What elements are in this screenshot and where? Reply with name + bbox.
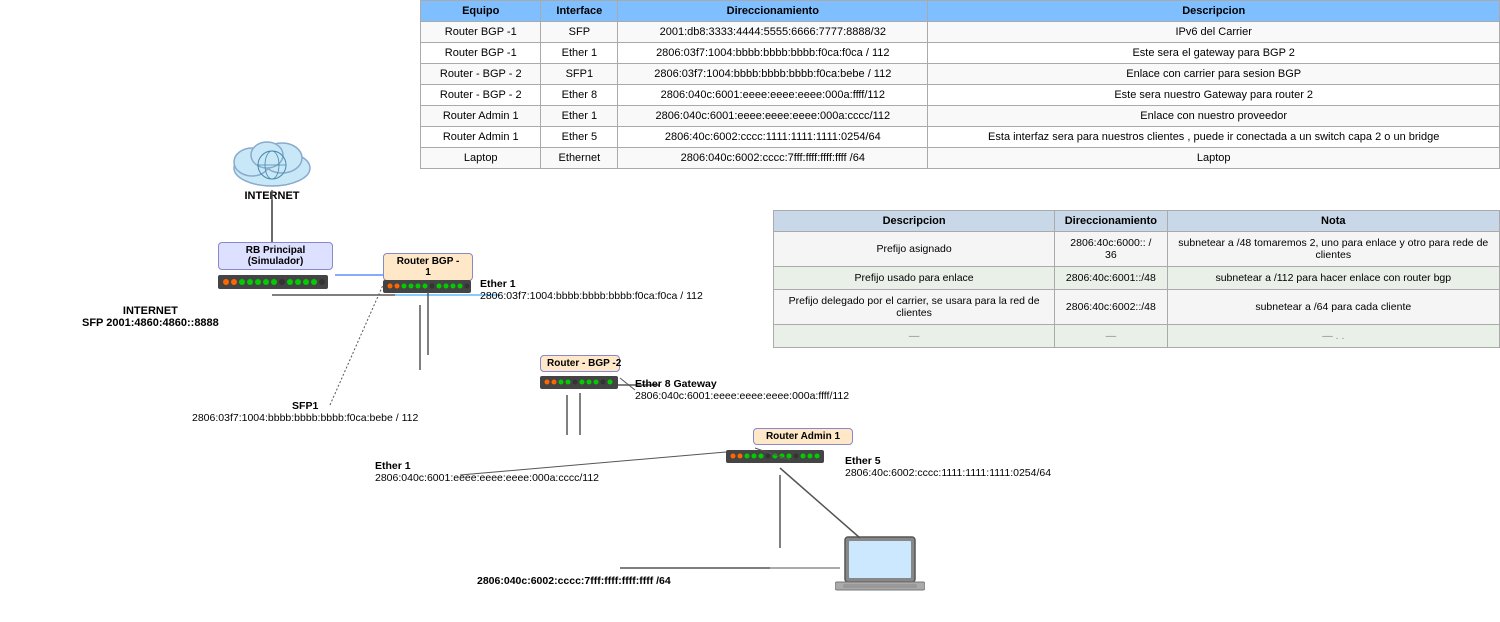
- ether1-bgp1-addr: 2806:03f7:1004:bbbb:bbbb:bbbb:f0ca:f0ca …: [480, 290, 703, 302]
- lower-table-section: Descripcion Direccionamiento Nota Prefij…: [773, 210, 1500, 348]
- router-bgp2-box: Router - BGP -2: [540, 355, 620, 372]
- table-cell-direccionamiento: 2806:040c:6002:cccc:7fff:ffff:ffff:ffff …: [618, 148, 928, 169]
- main-table-section: Equipo Interface Direccionamiento Descri…: [420, 0, 1500, 169]
- table-cell-direccionamiento: 2806:03f7:1004:bbbb:bbbb:bbbb:f0ca:f0ca …: [618, 43, 928, 64]
- rb-principal-box: RB Principal(Simulador): [218, 242, 333, 270]
- table-cell-equipo: Router Admin 1: [421, 127, 541, 148]
- lower-cell-descripcion: —: [774, 325, 1055, 348]
- internet-cloud: INTERNET: [222, 130, 322, 202]
- table-cell-direccionamiento: 2001:db8:3333:4444:5555:6666:7777:8888/3…: [618, 22, 928, 43]
- table-cell-interface: SFP: [541, 22, 618, 43]
- lower-table-row: ——— . .: [774, 325, 1500, 348]
- internet-sfp-label: INTERNETSFP 2001:4860:4860::8888: [82, 305, 219, 329]
- lower-cell-direccionamiento: —: [1055, 325, 1167, 348]
- table-cell-equipo: Router Admin 1: [421, 106, 541, 127]
- router-bgp2-icon: [540, 374, 620, 392]
- lower-cell-nota: subnetear a /112 para hacer enlace con r…: [1167, 267, 1499, 290]
- rb-principal-label: RB Principal(Simulador): [225, 245, 326, 267]
- lower-cell-descripcion: Prefijo usado para enlace: [774, 267, 1055, 290]
- table-cell-interface: Ether 5: [541, 127, 618, 148]
- lower-cell-direccionamiento: 2806:40c:6002::/48: [1055, 290, 1167, 325]
- sfp1-label: SFP1 2806:03f7:1004:bbbb:bbbb:bbbb:f0ca:…: [192, 400, 418, 424]
- table-row: Router - BGP - 2Ether 82806:040c:6001:ee…: [421, 85, 1500, 106]
- ether8-label: Ether 8 Gateway 2806:040c:6001:eeee:eeee…: [635, 378, 849, 402]
- table-row: Router Admin 1Ether 12806:040c:6001:eeee…: [421, 106, 1500, 127]
- table-cell-descripcion: Enlace con nuestro proveedor: [928, 106, 1500, 127]
- router-bgp1-icon: [383, 278, 473, 296]
- table-cell-equipo: Router - BGP - 2: [421, 85, 541, 106]
- router-bgp2-device: [540, 374, 620, 395]
- main-table: Equipo Interface Direccionamiento Descri…: [420, 0, 1500, 169]
- table-cell-descripcion: Laptop: [928, 148, 1500, 169]
- ether1-admin1-label: Ether 1 2806:040c:6001:eeee:eeee:eeee:00…: [375, 460, 599, 484]
- lower-cell-direccionamiento: 2806:40c:6001::/48: [1055, 267, 1167, 290]
- col-header-descripcion: Descripcion: [928, 1, 1500, 22]
- table-cell-interface: SFP1: [541, 64, 618, 85]
- table-cell-equipo: Router BGP -1: [421, 43, 541, 64]
- router-bgp1-box: Router BGP -1: [383, 253, 473, 281]
- table-cell-direccionamiento: 2806:040c:6001:eeee:eeee:eeee:000a:ffff/…: [618, 85, 928, 106]
- table-cell-descripcion: Este sera nuestro Gateway para router 2: [928, 85, 1500, 106]
- lower-table: Descripcion Direccionamiento Nota Prefij…: [773, 210, 1500, 348]
- lower-cell-nota: — . .: [1167, 325, 1499, 348]
- col-header-interface: Interface: [541, 1, 618, 22]
- cloud-icon: [227, 130, 317, 190]
- col-header-equipo: Equipo: [421, 1, 541, 22]
- rb-principal-device: [218, 272, 333, 295]
- laptop-icon: [835, 535, 925, 603]
- lower-cell-descripcion: Prefijo asignado: [774, 232, 1055, 267]
- table-cell-equipo: Router BGP -1: [421, 22, 541, 43]
- table-cell-equipo: Router - BGP - 2: [421, 64, 541, 85]
- table-cell-direccionamiento: 2806:040c:6001:eeee:eeee:eeee:000a:cccc/…: [618, 106, 928, 127]
- table-cell-descripcion: Este sera el gateway para BGP 2: [928, 43, 1500, 64]
- table-cell-direccionamiento: 2806:40c:6002:cccc:1111:1111:1111:0254/6…: [618, 127, 928, 148]
- lower-col-header-nota: Nota: [1167, 211, 1499, 232]
- lower-table-row: Prefijo asignado2806:40c:6000:: / 36subn…: [774, 232, 1500, 267]
- laptop-svg: [835, 535, 925, 600]
- table-row: Router BGP -1SFP2001:db8:3333:4444:5555:…: [421, 22, 1500, 43]
- lower-col-header-dir: Direccionamiento: [1055, 211, 1167, 232]
- lower-cell-nota: subnetear a /48 tomaremos 2, uno para en…: [1167, 232, 1499, 267]
- table-row: LaptopEthernet2806:040c:6002:cccc:7fff:f…: [421, 148, 1500, 169]
- rb-device-icon: [218, 272, 333, 292]
- table-row: Router Admin 1Ether 52806:40c:6002:cccc:…: [421, 127, 1500, 148]
- table-row: Router BGP -1Ether 12806:03f7:1004:bbbb:…: [421, 43, 1500, 64]
- lower-cell-nota: subnetear a /64 para cada cliente: [1167, 290, 1499, 325]
- laptop-addr-label: 2806:040c:6002:cccc:7fff:ffff:ffff:ffff …: [477, 575, 671, 587]
- internet-label: INTERNET: [245, 190, 300, 202]
- table-cell-descripcion: Enlace con carrier para sesion BGP: [928, 64, 1500, 85]
- table-row: Router - BGP - 2SFP12806:03f7:1004:bbbb:…: [421, 64, 1500, 85]
- ether5-label: Ether 5 2806:40c:6002:cccc:1111:1111:111…: [845, 455, 1051, 479]
- ether1-bgp1-label: Ether 1 2806:03f7:1004:bbbb:bbbb:bbbb:f0…: [480, 278, 703, 302]
- table-cell-interface: Ether 8: [541, 85, 618, 106]
- table-cell-interface: Ether 1: [541, 106, 618, 127]
- table-cell-interface: Ether 1: [541, 43, 618, 64]
- col-header-direccionamiento: Direccionamiento: [618, 1, 928, 22]
- table-cell-interface: Ethernet: [541, 148, 618, 169]
- lower-table-row: Prefijo delegado por el carrier, se usar…: [774, 290, 1500, 325]
- lower-col-header-desc: Descripcion: [774, 211, 1055, 232]
- router-bgp1-device: [383, 278, 473, 299]
- table-cell-equipo: Laptop: [421, 148, 541, 169]
- router-admin1-icon: [726, 448, 826, 466]
- router-admin1-box: Router Admin 1: [753, 428, 853, 445]
- lower-cell-descripcion: Prefijo delegado por el carrier, se usar…: [774, 290, 1055, 325]
- lower-cell-direccionamiento: 2806:40c:6000:: / 36: [1055, 232, 1167, 267]
- table-cell-direccionamiento: 2806:03f7:1004:bbbb:bbbb:bbbb:f0ca:bebe …: [618, 64, 928, 85]
- table-cell-descripcion: Esta interfaz sera para nuestros cliente…: [928, 127, 1500, 148]
- router-admin1-device: [726, 448, 826, 469]
- lower-table-row: Prefijo usado para enlace2806:40c:6001::…: [774, 267, 1500, 290]
- table-cell-descripcion: IPv6 del Carrier: [928, 22, 1500, 43]
